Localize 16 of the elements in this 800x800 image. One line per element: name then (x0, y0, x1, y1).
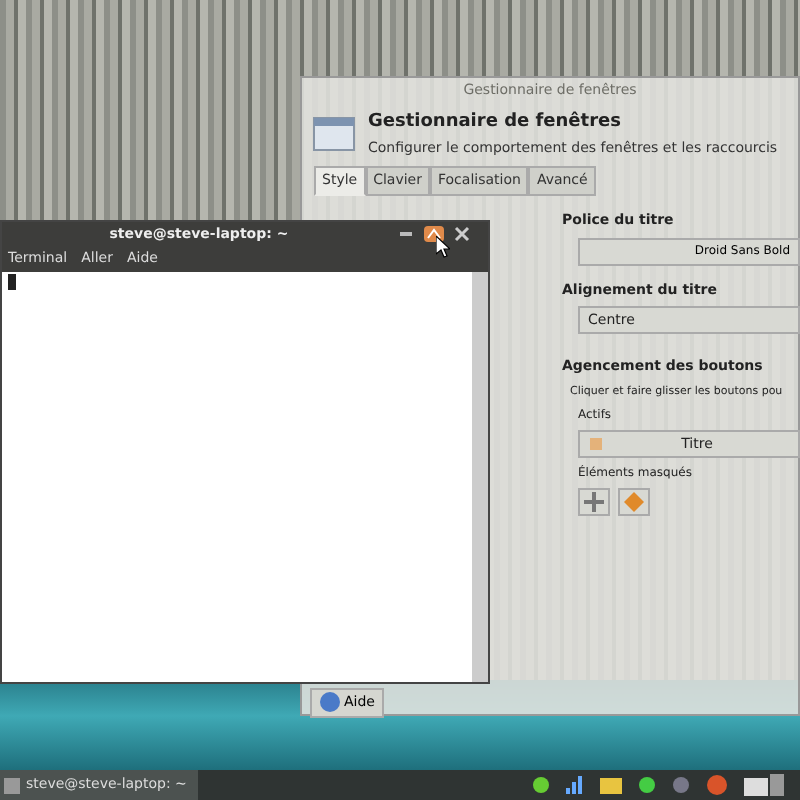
window-icon (312, 116, 356, 152)
header-title: Gestionnaire de fenêtres (368, 110, 623, 136)
signal-icon[interactable] (566, 776, 584, 794)
folder-icon[interactable] (600, 776, 622, 794)
help-icon (320, 692, 340, 713)
mouse-pointer-icon (436, 236, 450, 258)
minimize-icon[interactable] (396, 226, 416, 242)
close-icon[interactable] (452, 226, 472, 242)
move-icon[interactable] (578, 487, 610, 516)
workspace-icon[interactable] (744, 774, 784, 796)
terminal-icon (4, 777, 20, 793)
maximize-icon[interactable] (424, 226, 444, 242)
status-dot-icon[interactable] (638, 776, 656, 794)
text-cursor (8, 274, 16, 290)
scrollbar[interactable] (472, 272, 488, 682)
title-icon (588, 435, 604, 452)
